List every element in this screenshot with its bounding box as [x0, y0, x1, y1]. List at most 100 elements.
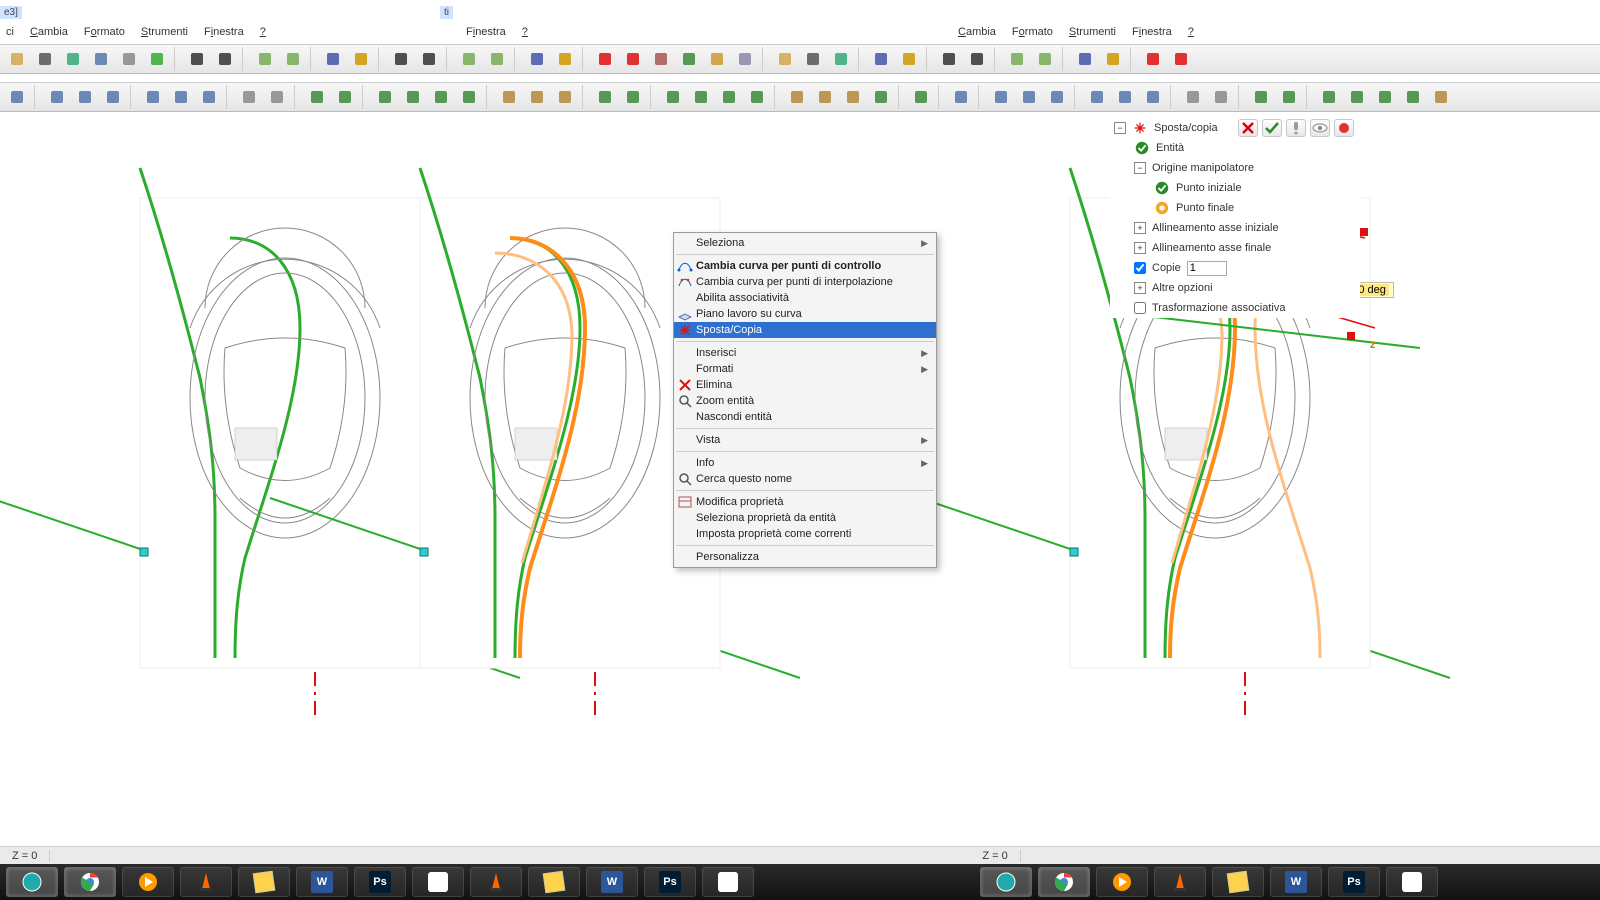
- ctx-cerca-questo-nome[interactable]: Cerca questo nome: [674, 471, 936, 487]
- ctx-seleziona-propriet-da-entit-[interactable]: Seleziona proprietà da entità: [674, 510, 936, 526]
- ctx-abilita-associativit-[interactable]: Abilita associatività: [674, 290, 936, 306]
- panel-entita[interactable]: Entità: [1110, 138, 1360, 158]
- play-tool[interactable]: [144, 47, 170, 71]
- cube3-tool[interactable]: [496, 85, 522, 109]
- plane-v-tool[interactable]: [484, 47, 510, 71]
- sticky-icon[interactable]: [1212, 867, 1264, 897]
- menu-item[interactable]: Cambia: [952, 24, 1002, 40]
- circle-tool[interactable]: [4, 85, 30, 109]
- arrow-tool[interactable]: [320, 47, 346, 71]
- record-button[interactable]: [1334, 119, 1354, 137]
- zoom-tool[interactable]: [800, 47, 826, 71]
- expand-icon[interactable]: +: [1134, 282, 1146, 294]
- select-plus-tool[interactable]: [416, 47, 442, 71]
- box2-tool[interactable]: [1400, 85, 1426, 109]
- menu-item[interactable]: ci: [0, 24, 20, 40]
- menu-item[interactable]: Cambia: [24, 24, 74, 40]
- arrow-tool[interactable]: [868, 47, 894, 71]
- cube-tool[interactable]: [4, 47, 30, 71]
- ctx-cambia-curva-per-punti-di-controllo[interactable]: Cambia curva per punti di controllo: [674, 258, 936, 274]
- ctx-personalizza[interactable]: Personalizza: [674, 549, 936, 565]
- arc3-tool[interactable]: [1044, 85, 1070, 109]
- ctx-cambia-curva-per-punti-di-interpolazione[interactable]: Cambia curva per punti di interpolazione: [674, 274, 936, 290]
- bolt-tool[interactable]: [348, 47, 374, 71]
- cyl-tool[interactable]: [716, 85, 742, 109]
- arc2-tool[interactable]: [1016, 85, 1042, 109]
- menu-item[interactable]: ?: [1182, 24, 1200, 40]
- measure-tool[interactable]: [88, 47, 114, 71]
- cube-g-tool[interactable]: [908, 85, 934, 109]
- ctx-formati[interactable]: Formati▶: [674, 361, 936, 377]
- cube-g-tool[interactable]: [676, 47, 702, 71]
- word-icon[interactable]: W: [296, 867, 348, 897]
- menu-item[interactable]: Formato: [1006, 24, 1059, 40]
- ellipse-tool[interactable]: [168, 85, 194, 109]
- curl-tool[interactable]: [196, 85, 222, 109]
- panel-copie[interactable]: Copie: [1110, 258, 1360, 278]
- disk-tool[interactable]: [732, 47, 758, 71]
- ctx-inserisci[interactable]: Inserisci▶: [674, 345, 936, 361]
- arc3-tool[interactable]: [100, 85, 126, 109]
- panel-trasformazione[interactable]: Trasformazione associativa: [1110, 298, 1360, 318]
- ctx-info[interactable]: Info▶: [674, 455, 936, 471]
- wmp-icon[interactable]: [122, 867, 174, 897]
- box-tool[interactable]: [688, 85, 714, 109]
- select-tool[interactable]: [936, 47, 962, 71]
- ctx-elimina[interactable]: Elimina: [674, 377, 936, 393]
- sphere-tool[interactable]: [1316, 85, 1342, 109]
- scissors-tool[interactable]: [648, 47, 674, 71]
- zoom-tool[interactable]: [32, 47, 58, 71]
- vlc-icon[interactable]: [180, 867, 232, 897]
- cube3-tool[interactable]: [784, 85, 810, 109]
- ctx-zoom-entit-[interactable]: Zoom entità: [674, 393, 936, 409]
- ctx-imposta-propriet-come-correnti[interactable]: Imposta proprietà come correnti: [674, 526, 936, 542]
- x-red2-tool[interactable]: [1168, 47, 1194, 71]
- fillet-tool[interactable]: [1180, 85, 1206, 109]
- app-icon[interactable]: [1386, 867, 1438, 897]
- solid-g2-tool[interactable]: [332, 85, 358, 109]
- menu-item[interactable]: Strumenti: [135, 24, 194, 40]
- box-tool[interactable]: [1344, 85, 1370, 109]
- plane-tool[interactable]: [456, 47, 482, 71]
- circle-tool[interactable]: [948, 85, 974, 109]
- ctx-vista[interactable]: Vista▶: [674, 432, 936, 448]
- solid-g2-tool[interactable]: [1276, 85, 1302, 109]
- menu-item[interactable]: ?: [516, 24, 534, 40]
- collapse-icon[interactable]: −: [1114, 122, 1126, 134]
- cancel-button[interactable]: [1238, 119, 1258, 137]
- menu-item[interactable]: Finestra: [460, 24, 512, 40]
- preview-button[interactable]: [1310, 119, 1330, 137]
- box2-tool[interactable]: [456, 85, 482, 109]
- select-plus-tool[interactable]: [212, 47, 238, 71]
- menu-item[interactable]: ?: [254, 24, 272, 40]
- lasso-tool[interactable]: [828, 47, 854, 71]
- x-red-tool[interactable]: [1140, 47, 1166, 71]
- cube5-tool[interactable]: [840, 85, 866, 109]
- x-red-tool[interactable]: [592, 47, 618, 71]
- sphere-tool[interactable]: [372, 85, 398, 109]
- sticky-icon[interactable]: [238, 867, 290, 897]
- photoshop-icon[interactable]: Ps: [644, 867, 696, 897]
- app-icon[interactable]: [412, 867, 464, 897]
- warning-button[interactable]: [1286, 119, 1306, 137]
- select-tool[interactable]: [184, 47, 210, 71]
- panel-punto-finale[interactable]: Punto finale: [1110, 198, 1360, 218]
- ok-button[interactable]: [1262, 119, 1282, 137]
- app-icon[interactable]: [702, 867, 754, 897]
- ctx-modifica-propriet-[interactable]: Modifica proprietà: [674, 494, 936, 510]
- fillet2-tool[interactable]: [1208, 85, 1234, 109]
- photoshop-icon[interactable]: Ps: [1328, 867, 1380, 897]
- cube3-tool[interactable]: [1428, 85, 1454, 109]
- solid-g-tool[interactable]: [1248, 85, 1274, 109]
- cube-tool[interactable]: [772, 47, 798, 71]
- fillet-tool[interactable]: [236, 85, 262, 109]
- cube5-tool[interactable]: [552, 85, 578, 109]
- ctx-piano-lavoro-su-curva[interactable]: Piano lavoro su curva: [674, 306, 936, 322]
- photoshop-icon[interactable]: Ps: [354, 867, 406, 897]
- arc-tool[interactable]: [44, 85, 70, 109]
- bolt-tool[interactable]: [552, 47, 578, 71]
- solid-g2-tool[interactable]: [620, 85, 646, 109]
- lasso-tool[interactable]: [60, 47, 86, 71]
- panel-allineamento-finale[interactable]: + Allineamento asse finale: [1110, 238, 1360, 258]
- ctx-nascondi-entit-[interactable]: Nascondi entità: [674, 409, 936, 425]
